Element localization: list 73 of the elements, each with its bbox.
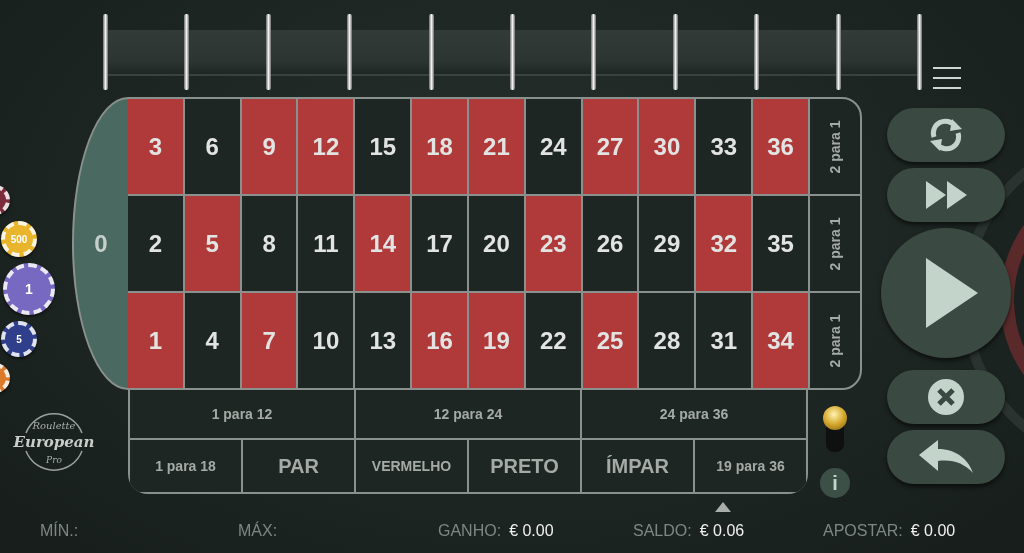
number-cell[interactable]: 32: [696, 196, 752, 291]
number-cell[interactable]: 10: [298, 293, 354, 388]
number-cell[interactable]: 12: [298, 99, 354, 194]
number-cell[interactable]: 17: [412, 196, 467, 291]
close-icon: [927, 378, 965, 416]
number-cell[interactable]: 29: [639, 196, 695, 291]
number-cell[interactable]: 9: [241, 99, 297, 194]
number-cell[interactable]: 24: [525, 99, 581, 194]
info-button[interactable]: i: [820, 468, 850, 498]
caret-icon[interactable]: [715, 501, 731, 512]
number-cell[interactable]: 34: [753, 293, 808, 388]
double-button[interactable]: [887, 168, 1005, 222]
number-cell[interactable]: 26: [582, 196, 638, 291]
number-cell[interactable]: 15: [355, 99, 411, 194]
number-cell[interactable]: 35: [753, 196, 808, 291]
number-cell[interactable]: 25: [582, 293, 638, 388]
number-cell[interactable]: 11: [298, 196, 354, 291]
footer-value: € 0.00: [509, 521, 554, 540]
dozen-bet[interactable]: 1 para 12: [130, 390, 354, 438]
number-cell[interactable]: 19: [469, 293, 524, 388]
column-bet[interactable]: 2 para 1: [827, 217, 843, 270]
outside-bet[interactable]: VERMELHO: [356, 440, 467, 492]
fast-forward-icon: [924, 180, 968, 210]
number-cell[interactable]: 1: [128, 293, 183, 388]
number-cell[interactable]: 33: [696, 99, 752, 194]
footer-label: APOSTAR:: [823, 521, 903, 540]
outside-bet[interactable]: PAR: [243, 440, 354, 492]
number-cell[interactable]: 4: [184, 293, 240, 388]
column-bet[interactable]: 2 para 1: [827, 120, 843, 173]
outside-bet[interactable]: 1 para 18: [130, 440, 241, 492]
number-cell[interactable]: 6: [184, 99, 240, 194]
dozen-bet[interactable]: 24 para 36: [582, 390, 806, 438]
outside-bet[interactable]: 19 para 36: [695, 440, 806, 492]
chip[interactable]: 5: [1, 321, 37, 357]
rebet-button[interactable]: [887, 108, 1005, 162]
footer-label: MÍN.:: [40, 521, 79, 540]
number-cell[interactable]: 13: [355, 293, 411, 388]
number-cell[interactable]: 8: [241, 196, 297, 291]
number-cell[interactable]: 23: [525, 196, 581, 291]
menu-icon[interactable]: [932, 66, 962, 90]
number-cell[interactable]: 28: [639, 293, 695, 388]
lever-toggle[interactable]: [822, 406, 848, 454]
footer-label: GANHO:: [438, 521, 502, 540]
spin-button[interactable]: [881, 228, 1011, 358]
footer-value: € 0.06: [699, 521, 745, 540]
number-cell[interactable]: 5: [184, 196, 240, 291]
number-cell[interactable]: 27: [582, 99, 638, 194]
number-cell[interactable]: 21: [469, 99, 524, 194]
number-cell[interactable]: 7: [241, 293, 297, 388]
play-icon: [924, 256, 980, 330]
undo-button[interactable]: [887, 430, 1005, 484]
zero-cell[interactable]: 0: [72, 97, 128, 390]
number-cell[interactable]: 2: [128, 196, 183, 291]
footer-label: MÁX:: [238, 521, 278, 540]
european-roulette-logo: Roulette European Pro: [6, 409, 102, 473]
column-bet[interactable]: 2 para 1: [827, 314, 843, 367]
outside-bet[interactable]: PRETO: [469, 440, 580, 492]
footer-label: SALDO:: [633, 521, 692, 540]
number-cell[interactable]: 3: [128, 99, 183, 194]
outside-bet[interactable]: ÍMPAR: [582, 440, 693, 492]
number-cell[interactable]: 22: [525, 293, 581, 388]
number-cell[interactable]: 14: [355, 196, 411, 291]
footer-value: € 0.00: [910, 521, 956, 540]
number-cell[interactable]: 16: [412, 293, 467, 388]
number-cell[interactable]: 36: [753, 99, 808, 194]
number-cell[interactable]: 30: [639, 99, 695, 194]
number-cell[interactable]: 31: [696, 293, 752, 388]
dozen-bet[interactable]: 12 para 24: [356, 390, 580, 438]
undo-icon: [918, 439, 974, 475]
clear-button[interactable]: [887, 370, 1005, 424]
number-cell[interactable]: 18: [412, 99, 467, 194]
chip[interactable]: 1: [3, 263, 55, 315]
number-cell[interactable]: 20: [469, 196, 524, 291]
